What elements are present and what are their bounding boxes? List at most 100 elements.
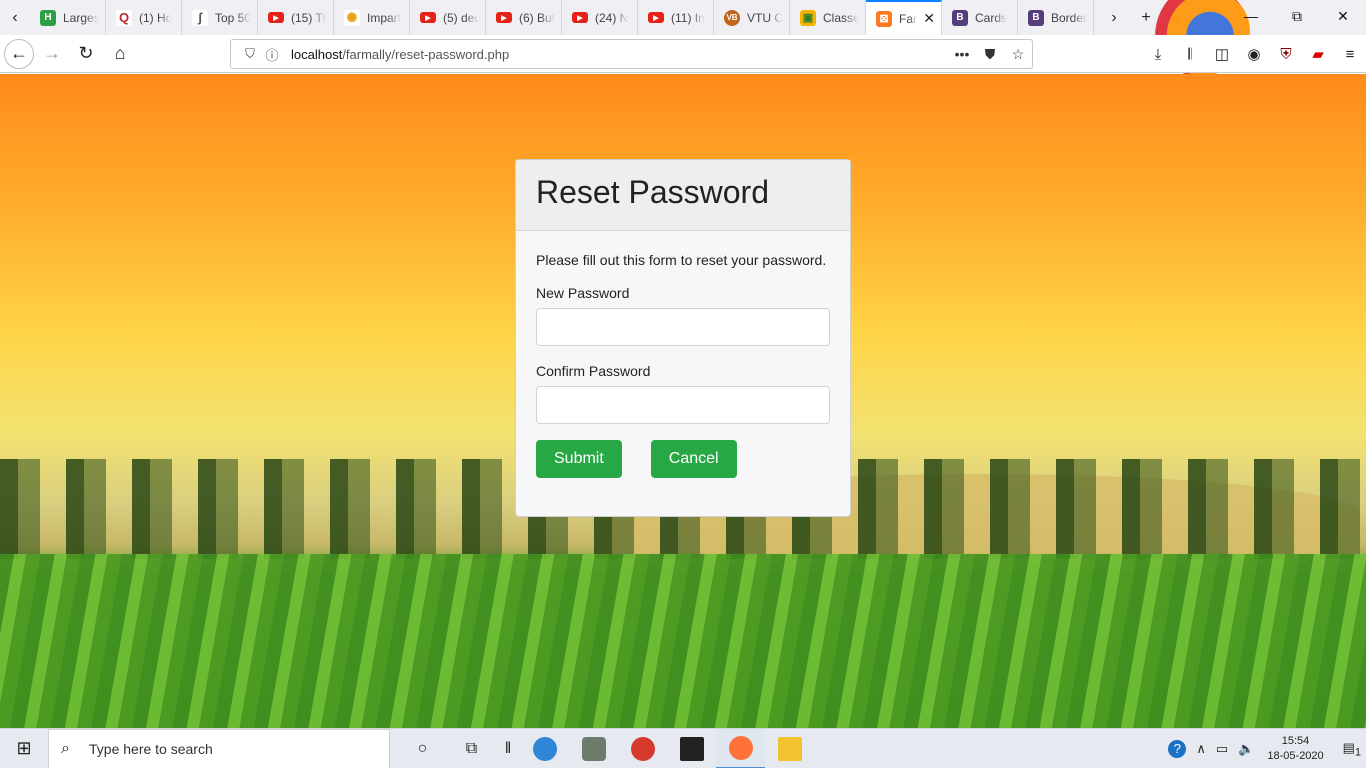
tab-youtube-11[interactable]: ▶ (11) In <box>638 0 714 35</box>
url-host: localhost <box>291 46 343 62</box>
windows-start-button[interactable]: ⊞ <box>0 729 48 768</box>
maximize-button[interactable]: ⧉ <box>1274 0 1320 32</box>
bookmark-star-icon[interactable]: ☆ <box>1004 46 1032 63</box>
form-intro-text: Please fill out this form to reset your … <box>536 252 827 268</box>
tracking-shield-icon[interactable]: ⛉ <box>239 46 261 62</box>
tab-label: Impart <box>367 10 402 25</box>
pocket-icon[interactable]: ⛊ <box>976 46 1004 63</box>
tab-largest[interactable]: H Larges <box>30 0 106 35</box>
youtube-icon: ▶ <box>648 12 664 23</box>
account-icon[interactable]: ◉ <box>1238 45 1270 63</box>
minimize-button[interactable]: — <box>1228 0 1274 32</box>
evernote-icon[interactable] <box>569 729 618 768</box>
tab-top-50[interactable]: ʃ Top 50 <box>182 0 258 35</box>
p-app-icon[interactable] <box>618 729 667 768</box>
firefox-taskbar-icon[interactable] <box>716 728 765 768</box>
tab-cards[interactable]: B Cards <box>942 0 1018 35</box>
notification-count: 1 <box>1354 746 1361 759</box>
close-window-button[interactable]: ✕ <box>1320 0 1366 32</box>
tab-label: Larges <box>63 10 99 25</box>
address-bar-actions: ••• ⛊ ☆ <box>948 46 1032 63</box>
new-password-label: New Password <box>536 285 630 301</box>
show-hidden-icons-icon[interactable]: ∧ <box>1196 741 1206 757</box>
tab-quora[interactable]: Q (1) Ho <box>106 0 182 35</box>
classroom-icon: ▣ <box>800 9 816 26</box>
tab-label: (5) dec <box>443 10 479 25</box>
tab-border[interactable]: B Border <box>1018 0 1094 35</box>
cortana-icon[interactable]: ○ <box>398 729 447 768</box>
reload-button[interactable]: ↻ <box>70 38 102 70</box>
youtube-icon: ▶ <box>268 12 284 23</box>
pdf-extension-icon[interactable]: ▰ <box>1302 45 1334 63</box>
tab-label: Top 50 <box>215 10 251 25</box>
tab-youtube-5[interactable]: ▶ (5) dec <box>410 0 486 35</box>
tab-scroll-left-button[interactable]: ‹ <box>0 0 30 35</box>
site-info-icon[interactable]: ⓘ <box>261 45 283 64</box>
youtube-icon: ▶ <box>496 12 512 23</box>
confirm-password-label: Confirm Password <box>536 363 651 379</box>
taskbar-search-box[interactable]: ⌕ Type here to search <box>48 728 390 768</box>
tab-vtu[interactable]: VB VTU C <box>714 0 790 35</box>
clock-time: 15:54 <box>1281 735 1310 747</box>
forward-button[interactable]: → <box>36 38 68 70</box>
sidebar-icon[interactable]: ◫ <box>1206 45 1238 63</box>
downloads-icon[interactable]: ⤓ <box>1142 46 1174 63</box>
taskbar-apps: ○ ⧉ ‖ <box>398 728 814 768</box>
tab-impart[interactable]: ✺ Impart <box>334 0 410 35</box>
system-tray: ? ∧ ▭ 🔈 15:54 18-05-2020 ▤1 <box>1163 729 1366 768</box>
background-vineyard <box>0 554 1366 728</box>
tab-label: (24) N <box>595 10 629 25</box>
tab-label: (1) Ho <box>139 10 173 25</box>
menu-icon[interactable]: ≡ <box>1334 46 1366 63</box>
page-title: Reset Password <box>536 174 769 210</box>
url-path: /farmally/reset-password.php <box>342 46 510 62</box>
search-icon: ⌕ <box>61 739 70 757</box>
taskbar-clock[interactable]: 15:54 18-05-2020 <box>1267 734 1323 764</box>
bootstrap-icon: B <box>1028 9 1044 26</box>
tab-label: Classe <box>823 10 859 25</box>
notifications-icon[interactable]: ▤1 <box>1343 740 1361 759</box>
address-bar[interactable]: ⛉ ⓘ localhost/farmally/reset-password.ph… <box>230 39 1033 69</box>
confirm-password-input[interactable] <box>536 386 830 424</box>
library-icon[interactable]: 𝄃 <box>1174 46 1206 63</box>
card-body: Please fill out this form to reset your … <box>516 231 850 498</box>
divider-icon: ‖ <box>504 739 512 757</box>
ublock-icon[interactable]: ⛨ <box>1270 46 1302 63</box>
back-button[interactable]: ← <box>4 38 34 69</box>
volume-icon[interactable]: 🔈 <box>1238 741 1254 757</box>
card-header: Reset Password <box>516 160 850 231</box>
task-view-icon[interactable]: ⧉ <box>447 729 496 768</box>
windows-taskbar: ⊞ ⌕ Type here to search ○ ⧉ ‖ ? ∧ ▭ 🔈 15… <box>0 728 1366 768</box>
tab-farmally[interactable]: ⊠ Far ✕ <box>866 0 942 35</box>
tab-youtube-24[interactable]: ▶ (24) N <box>562 0 638 35</box>
h-icon: H <box>40 9 56 26</box>
home-button[interactable]: ⌂ <box>104 38 136 70</box>
battery-icon[interactable]: ▭ <box>1216 741 1228 757</box>
page-actions-icon[interactable]: ••• <box>948 46 976 63</box>
cancel-button[interactable]: Cancel <box>650 440 737 478</box>
window-controls: — ⧉ ✕ <box>1228 0 1366 32</box>
tab-label: Far <box>899 11 917 26</box>
tab-scroll-right-button[interactable]: › <box>1098 9 1130 27</box>
impart-icon: ✺ <box>344 9 360 26</box>
edge-icon[interactable] <box>520 729 569 768</box>
submit-button[interactable]: Submit <box>536 440 622 478</box>
tab-classroom[interactable]: ▣ Classe <box>790 0 866 35</box>
form-buttons: Submit Cancel <box>536 440 830 478</box>
clock-date: 18-05-2020 <box>1267 750 1324 762</box>
tab-youtube-6[interactable]: ▶ (6) But <box>486 0 562 35</box>
file-explorer-icon[interactable] <box>765 729 814 768</box>
store-icon[interactable] <box>667 729 716 768</box>
browser-tools: ⤓ 𝄃 ◫ ◉ ⛨ ▰ ≡ <box>1142 35 1366 73</box>
tab-list: H Larges Q (1) Ho ʃ Top 50 ▶ (15) Th ✺ Impart… <box>30 0 1094 35</box>
tab-strip: ‹ H Larges Q (1) Ho ʃ Top 50 ▶ (15) Th ✺ Impa… <box>0 0 1366 76</box>
new-password-input[interactable] <box>536 308 830 346</box>
page-background: Reset Password Please fill out this form… <box>0 74 1366 728</box>
url-text[interactable]: localhost/farmally/reset-password.php <box>291 47 509 62</box>
tab-label: (15) Th <box>291 10 327 25</box>
tab-youtube-15[interactable]: ▶ (15) Th <box>258 0 334 35</box>
tab-label: Cards <box>975 10 1008 25</box>
reset-password-card: Reset Password Please fill out this form… <box>515 159 851 517</box>
close-tab-icon[interactable]: ✕ <box>923 10 935 27</box>
help-icon[interactable]: ? <box>1168 740 1187 758</box>
